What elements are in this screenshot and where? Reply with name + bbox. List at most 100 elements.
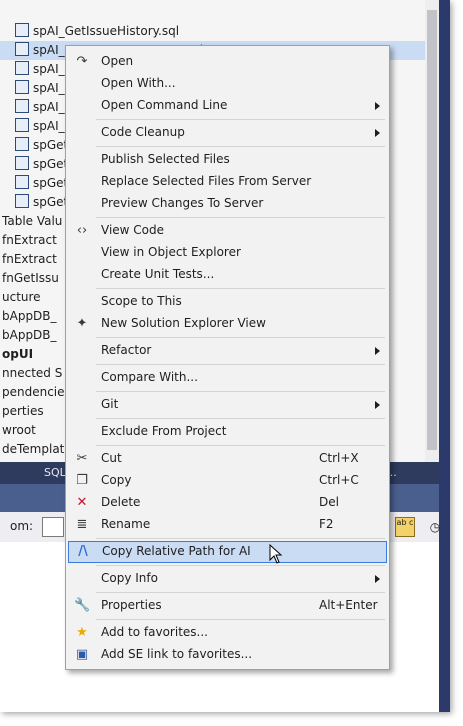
menu-item-create-unit-tests[interactable]: Create Unit Tests...	[68, 264, 387, 286]
sql-file-icon	[15, 194, 29, 208]
menu-item-label: Rename	[101, 517, 151, 531]
menu-item-compare-with[interactable]: Compare With...	[68, 367, 387, 389]
clock-icon[interactable]: ◷	[425, 517, 445, 537]
menu-separator	[96, 119, 385, 120]
tree-row-label: spGet	[33, 157, 69, 171]
menu-item-preview-changes-to-server[interactable]: Preview Changes To Server	[68, 193, 387, 215]
menu-item-add-to-favorites[interactable]: ★ Add to favorites...	[68, 622, 387, 644]
tree-row[interactable]: spAI_GetIssueHistory.sql	[0, 22, 425, 41]
tree-row-label: perties	[2, 404, 44, 418]
link-icon: ▣	[75, 647, 89, 662]
menu-item-add-se-link-to-favorites[interactable]: ▣ Add SE link to favorites...	[68, 644, 387, 666]
menu-item-open-command-line[interactable]: Open Command Line	[68, 95, 387, 117]
code-icon: ‹›	[76, 223, 88, 238]
scrollbar-thumb[interactable]	[427, 10, 437, 450]
menu-item-code-cleanup[interactable]: Code Cleanup	[68, 122, 387, 144]
menu-item-label: Code Cleanup	[101, 125, 185, 139]
tree-row-label: spGet	[33, 176, 69, 190]
menu-item-label: Publish Selected Files	[101, 152, 230, 166]
star-icon: ★	[76, 625, 88, 640]
toolbar-input[interactable]	[42, 517, 64, 537]
toolbar-label: om:	[10, 519, 34, 533]
menu-item-properties[interactable]: 🔧 Properties Alt+Enter	[68, 595, 387, 617]
menu-separator	[96, 217, 385, 218]
menu-item-open[interactable]: ↷ Open	[68, 51, 387, 73]
sql-file-icon	[15, 99, 29, 113]
vertical-scrollbar[interactable]	[425, 0, 439, 462]
menu-item-label: Open With...	[101, 76, 176, 90]
menu-item-label: Open Command Line	[101, 98, 228, 112]
menu-item-label: Properties	[101, 598, 162, 612]
menu-item-shortcut: Alt+Enter	[319, 598, 378, 612]
submenu-arrow-icon	[375, 129, 380, 137]
menu-item-rename[interactable]: ≣ Rename F2	[68, 514, 387, 536]
menu-item-label: Compare With...	[101, 370, 198, 384]
menu-item-new-solution-explorer-view[interactable]: ✦ New Solution Explorer View	[68, 313, 387, 335]
copy-icon: ❐	[76, 473, 88, 488]
sql-file-icon	[15, 61, 29, 75]
submenu-arrow-icon	[375, 102, 380, 110]
tree-row-label: fnGetIssu	[2, 271, 59, 285]
wrench-icon: 🔧	[74, 598, 91, 613]
tree-row-label: spAI_	[33, 100, 65, 114]
menu-item-delete[interactable]: ✕ Delete Del	[68, 492, 387, 514]
menu-item-publish-selected-files[interactable]: Publish Selected Files	[68, 149, 387, 171]
menu-item-view-code[interactable]: ‹› View Code	[68, 220, 387, 242]
spellcheck-icon[interactable]: ab c	[395, 517, 415, 537]
menu-item-label: Cut	[101, 451, 122, 465]
menu-item-label: Add SE link to favorites...	[101, 647, 253, 661]
tree-row-label: spAI_GetIssueHistory.sql	[33, 24, 180, 38]
menu-item-label: New Solution Explorer View	[101, 316, 266, 330]
menu-item-label: Add to favorites...	[101, 625, 208, 639]
window-edge	[439, 0, 450, 712]
scissors-icon: ✂	[76, 451, 88, 466]
tree-row-label: spAI_	[33, 62, 65, 76]
sql-file-icon	[15, 42, 29, 56]
sql-file-icon	[15, 175, 29, 189]
menu-separator	[96, 538, 385, 539]
menu-item-shortcut: F2	[319, 517, 334, 531]
tree-row-label: Table Valu	[2, 214, 63, 228]
tab-sql[interactable]: SQL	[44, 465, 66, 481]
menu-separator	[96, 418, 385, 419]
menu-separator	[96, 337, 385, 338]
menu-item-git[interactable]: Git	[68, 394, 387, 416]
menu-separator	[96, 288, 385, 289]
menu-item-label: Open	[101, 54, 134, 68]
tree-row-label: deTemplat	[2, 442, 65, 456]
menu-item-label: Exclude From Project	[101, 424, 227, 438]
menu-item-label: Copy	[101, 473, 132, 487]
menu-item-open-with[interactable]: Open With...	[68, 73, 387, 95]
sql-file-icon	[15, 118, 29, 132]
menu-item-shortcut: Ctrl+C	[319, 473, 359, 487]
menu-item-copy-info[interactable]: Copy Info	[68, 568, 387, 590]
open-icon: ↷	[76, 54, 88, 69]
ai-path-icon: /\	[78, 544, 88, 559]
tree-row-label: opUI	[2, 347, 34, 361]
tree-row-label: fnExtract	[2, 252, 57, 266]
menu-separator	[96, 565, 385, 566]
menu-item-label: Copy Info	[101, 571, 158, 585]
menu-item-refactor[interactable]: Refactor	[68, 340, 387, 362]
new-view-icon: ✦	[76, 316, 88, 331]
tree-row-label: ucture	[2, 290, 41, 304]
menu-item-copy-relative-path-for-ai[interactable]: /\ Copy Relative Path for AI	[68, 541, 387, 563]
sql-file-icon	[15, 137, 29, 151]
menu-item-label: View Code	[101, 223, 165, 237]
menu-item-cut[interactable]: ✂ Cut Ctrl+X	[68, 448, 387, 470]
menu-item-label: Preview Changes To Server	[101, 196, 264, 210]
menu-item-exclude-from-project[interactable]: Exclude From Project	[68, 421, 387, 443]
menu-item-label: View in Object Explorer	[101, 245, 241, 259]
menu-separator	[96, 619, 385, 620]
context-menu: ↷ Open Open With... Open Command Line Code C…	[65, 45, 390, 670]
tree-row-label: spGet	[33, 138, 69, 152]
submenu-arrow-icon	[375, 347, 380, 355]
delete-icon: ✕	[76, 495, 88, 510]
menu-item-scope-to-this[interactable]: Scope to This	[68, 291, 387, 313]
menu-item-view-in-object-explorer[interactable]: View in Object Explorer	[68, 242, 387, 264]
tree-row-label: bAppDB_	[2, 328, 57, 342]
menu-item-copy[interactable]: ❐ Copy Ctrl+C	[68, 470, 387, 492]
menu-item-replace-selected-files-from-server[interactable]: Replace Selected Files From Server	[68, 171, 387, 193]
menu-item-shortcut: Ctrl+X	[319, 451, 359, 465]
menu-item-label: Refactor	[101, 343, 152, 357]
